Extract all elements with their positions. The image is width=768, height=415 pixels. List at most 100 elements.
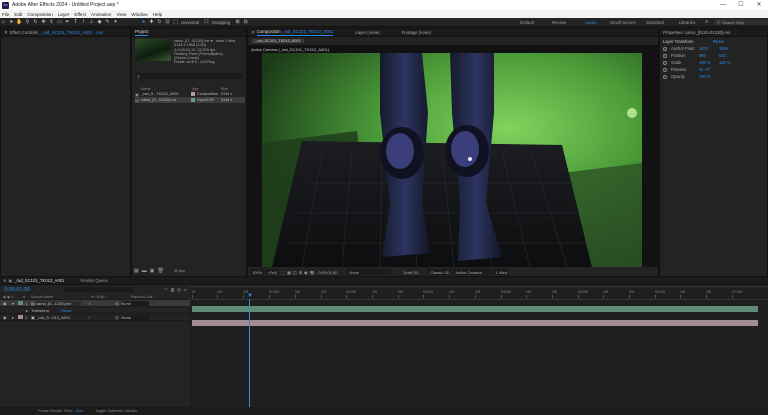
universal-label[interactable]: Universal <box>181 20 199 25</box>
shy-icon[interactable]: ◠ <box>164 287 168 292</box>
time-ruler[interactable]: 0f 10f 20f 01:00f 10f 20f 02:00f 10f 20f… <box>190 288 768 300</box>
parent-column[interactable]: Parent & Link <box>131 295 153 299</box>
timeline-timecode[interactable]: 0;00;01;00 <box>4 287 64 293</box>
move-tool-icon[interactable]: ✚ <box>148 19 155 26</box>
universal-tool-icon[interactable]: ➤ <box>140 19 147 26</box>
column-type[interactable]: Type <box>191 87 221 91</box>
workspace-overflow-icon[interactable]: » <box>703 19 710 26</box>
panel-close-icon[interactable]: ✕ <box>3 278 6 283</box>
stopwatch-icon[interactable] <box>663 74 667 79</box>
panel-close-icon[interactable]: ✕ <box>251 30 255 36</box>
project-tab[interactable]: Project <box>132 29 246 37</box>
workspace-learn[interactable]: Learn <box>575 20 607 25</box>
channel-dropdown[interactable]: None <box>347 269 392 275</box>
zoom-dropdown[interactable]: 100% <box>250 269 265 275</box>
render-queue-tab[interactable]: Render Queue <box>80 278 107 283</box>
viewer-timecode[interactable]: 0;00;01;00 <box>319 270 338 275</box>
scale-tool-icon[interactable]: ⊡ <box>164 19 171 26</box>
shape-tool-icon[interactable]: ▭ <box>56 19 63 26</box>
menu-file[interactable]: File <box>0 12 12 17</box>
table-row[interactable]: ◉ ▸ 2 ▣ _rad_S...013_A001 ∕ ◎ None <box>0 314 190 321</box>
property-value[interactable]: 540 <box>719 53 739 58</box>
pan-tool-icon[interactable]: ✥ <box>40 19 47 26</box>
brush-tool-icon[interactable]: / <box>80 19 87 26</box>
parent-pickwhip-icon[interactable]: ◎ <box>115 301 119 306</box>
menu-effect[interactable]: Effect <box>72 12 89 17</box>
draft-3d-toggle[interactable]: Draft 3D <box>403 270 418 275</box>
workspace-review[interactable]: Review <box>543 20 575 25</box>
stopwatch-icon[interactable] <box>663 46 667 51</box>
stopwatch-icon[interactable] <box>663 60 667 65</box>
visibility-icon[interactable]: ◉ <box>0 301 12 306</box>
roto-brush-tool-icon[interactable]: ✎ <box>104 19 111 26</box>
eraser-tool-icon[interactable]: ◆ <box>96 19 103 26</box>
mask-icon[interactable]: ◫ <box>293 270 297 275</box>
comp-subtab[interactable]: _rad_SC101_TK013_A001 <box>252 38 304 43</box>
resolution-dropdown[interactable]: (Full) <box>266 269 280 275</box>
snap-grid-icon[interactable]: ⊟ <box>242 19 249 26</box>
pen-tool-icon[interactable]: ✒ <box>64 19 71 26</box>
view-dropdown[interactable]: Active Camera <box>453 269 492 275</box>
search-help-input[interactable]: ⚲ Search Help <box>714 19 768 25</box>
panel-close-icon[interactable]: ✕ <box>4 30 8 36</box>
timeline-search-input[interactable] <box>64 287 135 292</box>
composition-viewer[interactable]: Active Camera (_rad_SC101_TK013_A001) <box>248 45 658 267</box>
reset-link[interactable]: Reset <box>713 39 724 44</box>
timeline-track-area[interactable]: 0f 10f 20f 01:00f 10f 20f 02:00f 10f 20f… <box>190 285 768 407</box>
label-color-icon[interactable] <box>18 301 23 305</box>
stopwatch-icon[interactable] <box>663 67 667 72</box>
hand-tool-icon[interactable]: ✋ <box>16 19 23 26</box>
snapshot-icon[interactable]: 📷 <box>310 270 315 275</box>
layer-name[interactable]: camo_[0...1230].exr <box>35 300 81 306</box>
composition-tab[interactable]: Composition _rad_SC101_TK013_A001 <box>257 29 334 36</box>
project-search-input[interactable]: ⚲ <box>135 73 243 79</box>
layer-tab[interactable]: Layer (none) <box>355 30 379 35</box>
property-value[interactable]: 100 % <box>719 60 739 65</box>
new-folder-icon[interactable]: ▬ <box>142 268 147 274</box>
close-button[interactable]: ✕ <box>750 0 768 10</box>
workspace-libraries[interactable]: Libraries <box>671 20 703 25</box>
parent-pickwhip-icon[interactable]: ◎ <box>115 315 119 320</box>
snapping-checkbox-icon[interactable]: ☐ <box>203 19 210 26</box>
bpc-label[interactable]: 32 bpc <box>174 269 185 273</box>
frame-blend-icon[interactable]: ▥ <box>171 287 175 292</box>
delete-icon[interactable]: 🗑 <box>157 268 163 274</box>
list-item[interactable]: ▤ camo_[0...01230].exr OpenEXR 3144 x <box>135 97 245 103</box>
local-axis-icon[interactable]: ⬚ <box>172 19 179 26</box>
timeline-tab[interactable]: _rad_SC101_TK013_A001 <box>14 278 64 283</box>
maximize-button[interactable]: ☐ <box>732 0 750 10</box>
toggle-switches-modes[interactable]: Toggle Switches / Modes <box>95 409 137 413</box>
menu-composition[interactable]: Composition <box>25 12 56 17</box>
table-row[interactable]: ◉ ▾ 1 ▤ camo_[0...1230].exr ∕ ◎ None <box>0 300 190 307</box>
playhead-line[interactable] <box>249 299 250 407</box>
stopwatch-icon[interactable] <box>663 53 667 58</box>
parent-dropdown[interactable]: None <box>120 314 149 320</box>
menu-layer[interactable]: Layer <box>56 12 73 17</box>
property-value[interactable]: 1572 <box>699 46 719 51</box>
type-tool-icon[interactable]: T <box>72 19 79 26</box>
motion-blur-icon[interactable]: ◎ <box>177 287 181 292</box>
minimize-button[interactable]: — <box>714 0 732 10</box>
property-value[interactable]: 960 <box>699 53 719 58</box>
source-name-column[interactable]: Source Name <box>31 295 91 299</box>
region-icon[interactable]: ⬚ <box>281 270 285 275</box>
expand-arrow-icon[interactable]: ▸ <box>26 308 28 313</box>
orbit-tool-icon[interactable]: ↻ <box>32 19 39 26</box>
menu-window[interactable]: Window <box>129 12 150 17</box>
property-value[interactable]: 1984 <box>719 46 739 51</box>
parent-dropdown[interactable]: None <box>120 300 149 306</box>
snap-align-icon[interactable]: ⊞ <box>234 19 241 26</box>
puppet-tool-icon[interactable]: ✦ <box>112 19 119 26</box>
new-composition-icon[interactable]: ▣ <box>150 268 155 274</box>
clone-stamp-tool-icon[interactable]: ⊥ <box>88 19 95 26</box>
transform-reset-link[interactable]: Reset <box>61 308 71 313</box>
property-value[interactable]: 0x +0° <box>699 67 719 72</box>
menu-animation[interactable]: Animation <box>89 12 114 17</box>
properties-tab[interactable]: Properties: camo_[0101-01230].exr <box>660 29 767 37</box>
rotate-tool-icon[interactable]: ↻ <box>156 19 163 26</box>
workspace-standard[interactable]: Standard <box>639 20 671 25</box>
interpret-footage-icon[interactable]: ▦ <box>134 268 139 274</box>
menu-help[interactable]: Help <box>151 12 165 17</box>
layer-1-duration-bar[interactable] <box>192 306 758 312</box>
workspace-default[interactable]: Default <box>511 20 543 25</box>
